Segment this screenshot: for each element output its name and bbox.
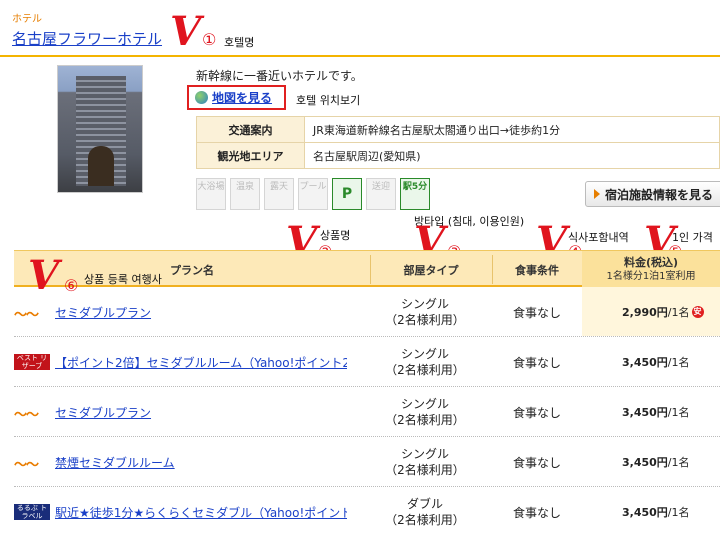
facility-info-button[interactable]: 宿泊施設情報を見る (585, 181, 720, 207)
provider-logo-icon: 〜〜 (14, 308, 39, 323)
info-value: JR東海道新幹線名古屋駅太閤通り出口→徒歩約1分 (304, 116, 720, 143)
price-value: 3,450円 (622, 405, 668, 419)
annotation-label-1: 호텔명 (224, 36, 255, 49)
header-fee[interactable]: 料金(税込) 1名様分1泊1室利用 (582, 251, 720, 288)
info-value: 名古屋駅周辺(愛知県) (304, 142, 720, 169)
price-cell: 3,450円/1名 (582, 387, 720, 436)
plan-link[interactable]: セミダブルプラン (55, 404, 347, 421)
room-occupancy: （2名様利用） (385, 513, 465, 527)
plan-link[interactable]: 駅近★徒歩1分★らくらくセミダブル（Yahoo!ポイントプ (55, 504, 347, 521)
station-walk-icon: 駅5分 (400, 178, 430, 210)
header-room-type[interactable]: 部屋タイプ (371, 251, 491, 288)
room-type-name: シングル (400, 347, 449, 361)
room-type: ダブル （2名様利用） (370, 496, 480, 528)
price-unit: /1名 (667, 355, 690, 369)
view-map-button[interactable]: 地図を見る (187, 85, 286, 110)
price-unit: /1名 (667, 405, 690, 419)
shuttle-icon: 送迎 (366, 178, 396, 210)
category-label: ホテル (12, 14, 42, 25)
meal-condition: 食事なし (512, 456, 561, 470)
price-unit: /1名 (667, 455, 690, 469)
header-fee-label: 料金(税込) (623, 255, 679, 269)
price-cell: 3,450円/1名 (582, 487, 720, 536)
provider-logo-icon: 〜〜 (14, 458, 39, 473)
annotation-check-1: V (170, 8, 202, 55)
provider-logo-icon: 〜〜 (14, 408, 39, 423)
info-row-area: 観光地エリア 名古屋駅周辺(愛知県) (196, 142, 720, 169)
provider-logo-icon: るるぶ トラベル (14, 504, 50, 520)
annotation-label-6: 상품 등록 여행사 (84, 273, 162, 286)
parking-icon: P (332, 178, 362, 210)
hotel-info-table: 交通案内 JR東海道新幹線名古屋駅太閤通り出口→徒歩約1分 観光地エリア 名古屋… (196, 116, 720, 169)
table-row: 〜〜 セミダブルプラン シングル （2名様利用） 食事なし 3,450円/1名 (14, 387, 720, 437)
arrow-right-icon (594, 189, 600, 199)
annotation-number-1: ① (202, 30, 217, 49)
table-row: ベスト リザーブ 【ポイント2倍】セミダブルルーム（Yahoo!ポイント2%プ … (14, 337, 720, 387)
room-type-name: シングル (400, 397, 449, 411)
header-meal[interactable]: 食事条件 (493, 251, 581, 288)
provider-logo-icon: ベスト リザーブ (14, 354, 50, 370)
table-row: るるぶ トラベル 駅近★徒歩1分★らくらくセミダブル（Yahoo!ポイントプ ダ… (14, 487, 720, 537)
large-bath-icon: 大浴場 (196, 178, 226, 210)
price-value: 3,450円 (622, 505, 668, 519)
meal-condition: 食事なし (512, 356, 561, 370)
hotel-header: ホテル 名古屋フラワーホテル (0, 0, 720, 57)
plan-link[interactable]: 禁煙セミダブルルーム (55, 454, 347, 471)
room-type: シングル （2名様利用） (370, 396, 480, 428)
amenity-icons: 大浴場 温泉 露天 プール P 送迎 駅5分 (196, 178, 430, 210)
room-type: シングル （2名様利用） (370, 296, 480, 328)
annotation-label-2: 상품명 (320, 229, 351, 242)
price-unit: /1名 (667, 505, 690, 519)
meal-condition: 食事なし (512, 306, 561, 320)
price-cell: 3,450円/1名 (582, 337, 720, 386)
room-type-name: ダブル (406, 497, 443, 511)
room-type-name: シングル (400, 447, 449, 461)
room-occupancy: （2名様利用） (385, 313, 465, 327)
meal-condition: 食事なし (512, 406, 561, 420)
table-row: 〜〜 セミダブルプラン シングル （2名様利用） 食事なし 2,990円/1名安 (14, 287, 720, 337)
price-value: 3,450円 (622, 455, 668, 469)
room-type: シングル （2名様利用） (370, 446, 480, 478)
room-type-name: シングル (400, 297, 449, 311)
view-map-label[interactable]: 地図を見る (212, 89, 272, 106)
plan-link[interactable]: セミダブルプラン (55, 304, 347, 321)
info-key: 観光地エリア (196, 142, 305, 169)
open-air-bath-icon: 露天 (264, 178, 294, 210)
room-type: シングル （2名様利用） (370, 346, 480, 378)
cheapest-badge-icon: 安 (691, 305, 704, 318)
building-image-entrance (88, 146, 114, 186)
price-value: 2,990円 (622, 305, 668, 319)
header-fee-sub: 1名様分1泊1室利用 (606, 270, 696, 282)
room-occupancy: （2名様利用） (385, 413, 465, 427)
hotel-description: 新幹線に一番近いホテルです。 (196, 69, 363, 83)
hotel-name-link[interactable]: 名古屋フラワーホテル (12, 28, 162, 49)
map-annotation-label: 호텔 위치보기 (296, 94, 361, 107)
facility-info-label: 宿泊施設情報を見る (605, 187, 714, 202)
globe-icon (195, 91, 208, 104)
price-cell: 3,450円/1名 (582, 437, 720, 486)
info-row-access: 交通案内 JR東海道新幹線名古屋駅太閤通り出口→徒歩約1分 (196, 116, 720, 143)
table-row: 〜〜 禁煙セミダブルルーム シングル （2名様利用） 食事なし 3,450円/1名 (14, 437, 720, 487)
hotel-photo[interactable] (57, 65, 143, 193)
pool-icon: プール (298, 178, 328, 210)
plan-link[interactable]: 【ポイント2倍】セミダブルルーム（Yahoo!ポイント2%プ (55, 354, 347, 371)
room-occupancy: （2名様利用） (385, 363, 465, 377)
price-unit: /1名 (667, 305, 690, 319)
room-occupancy: （2名様利用） (385, 463, 465, 477)
price-value: 3,450円 (622, 355, 668, 369)
hot-spring-icon: 温泉 (230, 178, 260, 210)
meal-condition: 食事なし (512, 506, 561, 520)
info-key: 交通案内 (196, 116, 305, 143)
price-cell: 2,990円/1名安 (582, 287, 720, 336)
